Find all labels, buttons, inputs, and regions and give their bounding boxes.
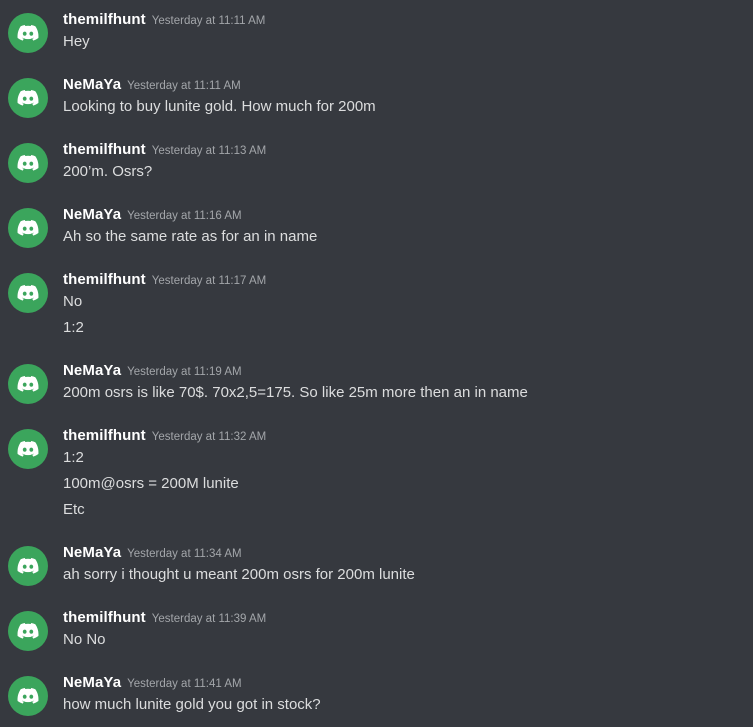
message-text: how much lunite gold you got in stock? [63,696,321,713]
username[interactable]: NeMaYa [63,76,121,93]
timestamp: Yesterday at 11:11 AM [127,80,241,92]
username[interactable]: NeMaYa [63,362,121,379]
username[interactable]: themilfhunt [63,141,146,158]
avatar[interactable] [8,273,48,313]
message-header: NeMaYa Yesterday at 11:19 AM [63,361,753,381]
discord-logo-icon [17,441,39,457]
discord-logo-icon [17,376,39,392]
message-header: NeMaYa Yesterday at 11:11 AM [63,75,753,95]
avatar[interactable] [8,429,48,469]
timestamp: Yesterday at 11:32 AM [151,431,267,443]
discord-logo-icon [17,623,39,639]
message-group: themilfhunt Yesterday at 11:17 AM No 1:2 [0,270,753,361]
timestamp: Yesterday at 11:16 AM [127,210,242,222]
message-header: NeMaYa Yesterday at 11:34 AM [63,543,753,563]
username[interactable]: themilfhunt [63,11,146,28]
message-header: themilfhunt Yesterday at 11:11 AM [63,10,753,30]
message-group: NeMaYa Yesterday at 11:41 AM how much lun… [0,673,753,727]
message-group: themilfhunt Yesterday at 11:32 AM 1:2 100… [0,426,753,543]
avatar[interactable] [8,143,48,183]
message-group: NeMaYa Yesterday at 11:16 AM Ah so the sa… [0,205,753,270]
avatar[interactable] [8,78,48,118]
username[interactable]: themilfhunt [63,427,146,444]
message-text: No [63,293,83,310]
message-header: NeMaYa Yesterday at 11:41 AM [63,673,753,693]
timestamp: Yesterday at 11:41 AM [127,678,242,690]
username[interactable]: themilfhunt [63,271,146,288]
message-text: 1:2 [63,449,84,466]
message-text: Hey [63,33,90,50]
message-text: Ah so the same rate as for an in name [63,228,318,245]
message-group: NeMaYa Yesterday at 11:19 AM 200m osrs is… [0,361,753,426]
message-group: NeMaYa Yesterday at 11:34 AM ah sorry i t… [0,543,753,608]
discord-logo-icon [17,220,39,236]
message-text: 1:2 [63,319,84,336]
timestamp: Yesterday at 11:39 AM [151,613,267,625]
message-header: NeMaYa Yesterday at 11:16 AM [63,205,753,225]
timestamp: Yesterday at 11:34 AM [127,548,242,560]
discord-logo-icon [17,90,39,106]
timestamp: Yesterday at 11:11 AM [151,15,266,27]
message-group: themilfhunt Yesterday at 11:11 AM Hey [0,10,753,75]
timestamp: Yesterday at 11:19 AM [127,366,242,378]
avatar[interactable] [8,546,48,586]
message-text: No No [63,631,106,648]
chat-messages: themilfhunt Yesterday at 11:11 AM Hey NeM… [0,0,753,727]
message-header: themilfhunt Yesterday at 11:32 AM [63,426,753,446]
username[interactable]: themilfhunt [63,609,146,626]
username[interactable]: NeMaYa [63,674,121,691]
discord-logo-icon [17,558,39,574]
avatar[interactable] [8,676,48,716]
message-text: 200m osrs is like 70$. 70x2,5=175. So li… [63,384,528,401]
message-header: themilfhunt Yesterday at 11:39 AM [63,608,753,628]
discord-logo-icon [17,25,39,41]
avatar[interactable] [8,13,48,53]
timestamp: Yesterday at 11:13 AM [151,145,267,157]
avatar[interactable] [8,364,48,404]
message-text: Looking to buy lunite gold. How much for… [63,98,376,115]
avatar[interactable] [8,208,48,248]
avatar[interactable] [8,611,48,651]
message-text: 100m@osrs = 200M lunite [63,475,239,492]
username[interactable]: NeMaYa [63,544,121,561]
message-header: themilfhunt Yesterday at 11:17 AM [63,270,753,290]
message-text: ah sorry i thought u meant 200m osrs for… [63,566,415,583]
message-header: themilfhunt Yesterday at 11:13 AM [63,140,753,160]
message-group: themilfhunt Yesterday at 11:13 AM 200’m. … [0,140,753,205]
discord-logo-icon [17,285,39,301]
message-group: NeMaYa Yesterday at 11:11 AM Looking to b… [0,75,753,140]
username[interactable]: NeMaYa [63,206,121,223]
discord-logo-icon [17,155,39,171]
discord-logo-icon [17,688,39,704]
message-text: Etc [63,501,85,518]
message-text: 200’m. Osrs? [63,163,153,180]
message-group: themilfhunt Yesterday at 11:39 AM No No [0,608,753,673]
timestamp: Yesterday at 11:17 AM [151,275,267,287]
